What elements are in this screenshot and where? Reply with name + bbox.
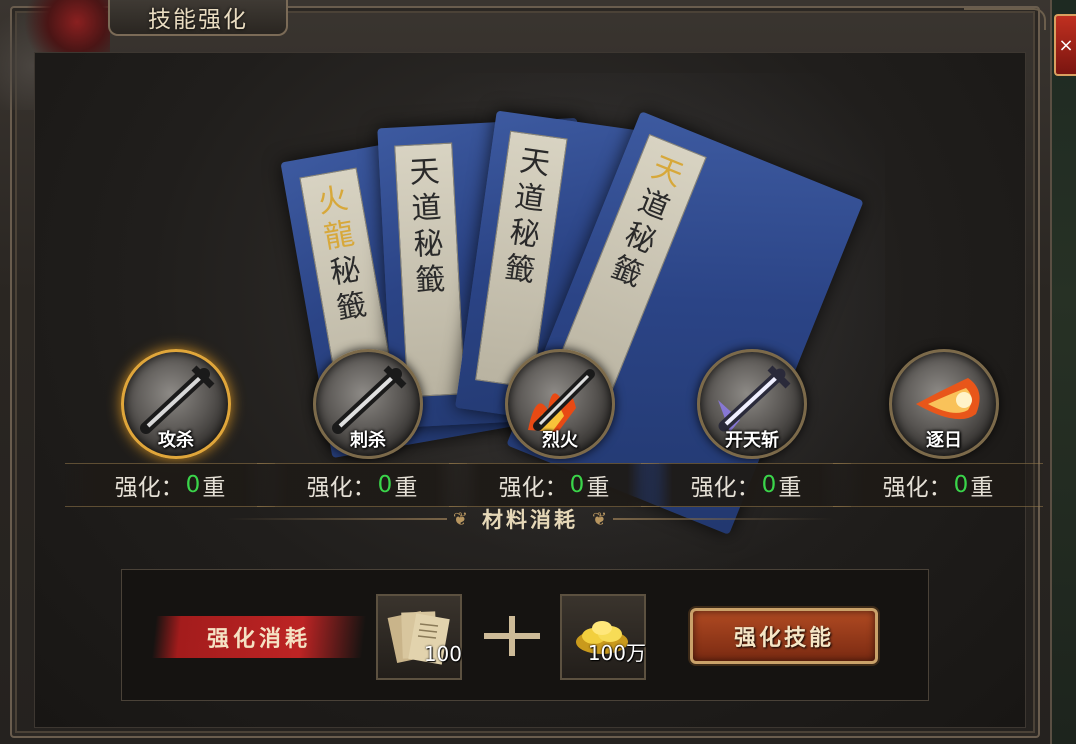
window-title: 技能强化 — [148, 7, 248, 33]
material-quantity: 100 — [423, 642, 462, 666]
material-slot-scroll[interactable]: 100 — [376, 594, 462, 680]
skill-orb[interactable]: 逐日 — [889, 349, 999, 459]
skill-item-cisha[interactable]: 刺杀 强化： 0 重 — [257, 349, 467, 513]
divider — [225, 518, 447, 520]
material-quantity: 100万 — [587, 641, 646, 665]
level-value: 0 — [185, 472, 201, 498]
level-suffix: 重 — [586, 475, 610, 501]
level-label: 强化： — [306, 475, 376, 501]
skill-name: 逐日 — [926, 430, 962, 451]
skill-orb[interactable]: 开天斩 — [697, 349, 807, 459]
enhance-skill-button[interactable]: 强化技能 — [690, 608, 878, 664]
close-icon: × — [1058, 34, 1074, 56]
content-panel: 火龍秘籤 天道秘籤 天道秘籤 天道秘籤 攻杀 强化： 0 重 刺杀 强化： 0 … — [34, 52, 1043, 728]
plus-icon — [484, 616, 540, 656]
enhance-skill-label: 强化技能 — [733, 625, 834, 651]
cost-label-banner: 强化消耗 — [151, 616, 367, 658]
level-value: 0 — [377, 472, 393, 498]
skill-level: 强化： 0 重 — [833, 463, 1043, 507]
skill-item-gongsha[interactable]: 攻杀 强化： 0 重 — [65, 349, 275, 513]
skill-name: 开天斩 — [725, 430, 779, 451]
skill-name: 攻杀 — [158, 430, 194, 451]
cost-panel: 强化消耗 100 100万 强化技能 — [121, 569, 929, 701]
skill-item-liehuo[interactable]: 烈火 强化： 0 重 — [449, 349, 659, 513]
level-label: 强化： — [882, 475, 952, 501]
skill-item-zhuri[interactable]: 逐日 强化： 0 重 — [833, 349, 1043, 513]
skill-item-kaitianzhan[interactable]: 开天斩 强化： 0 重 — [641, 349, 851, 513]
skill-list: 攻杀 强化： 0 重 刺杀 强化： 0 重 烈火 强化： 0 重 开天斩 强化：… — [65, 349, 1043, 519]
divider — [613, 518, 835, 520]
level-suffix: 重 — [202, 475, 226, 501]
material-slot-gold[interactable]: 100万 — [560, 594, 646, 680]
skill-name: 刺杀 — [350, 430, 386, 451]
level-label: 强化： — [690, 475, 760, 501]
ornament-right-icon: ❦ — [592, 508, 608, 530]
level-suffix: 重 — [394, 475, 418, 501]
level-value: 0 — [953, 472, 969, 498]
skill-orb[interactable]: 攻杀 — [121, 349, 231, 459]
close-button[interactable]: × — [1054, 14, 1076, 76]
level-suffix: 重 — [778, 475, 802, 501]
level-suffix: 重 — [970, 475, 994, 501]
frame-corner-ornament — [964, 8, 1046, 30]
materials-title: 材料消耗 — [482, 507, 578, 532]
skill-orb[interactable]: 烈火 — [505, 349, 615, 459]
level-label: 强化： — [498, 475, 568, 501]
materials-header: ❦ 材料消耗 ❦ — [225, 501, 835, 537]
cost-label: 强化消耗 — [206, 626, 311, 652]
level-label: 强化： — [114, 475, 184, 501]
skill-orb[interactable]: 刺杀 — [313, 349, 423, 459]
ornament-left-icon: ❦ — [452, 508, 468, 530]
level-value: 0 — [761, 472, 777, 498]
skill-name: 烈火 — [542, 430, 578, 451]
background-edge — [1052, 0, 1076, 744]
level-value: 0 — [569, 472, 585, 498]
title-tab: 技能强化 — [108, 0, 288, 36]
